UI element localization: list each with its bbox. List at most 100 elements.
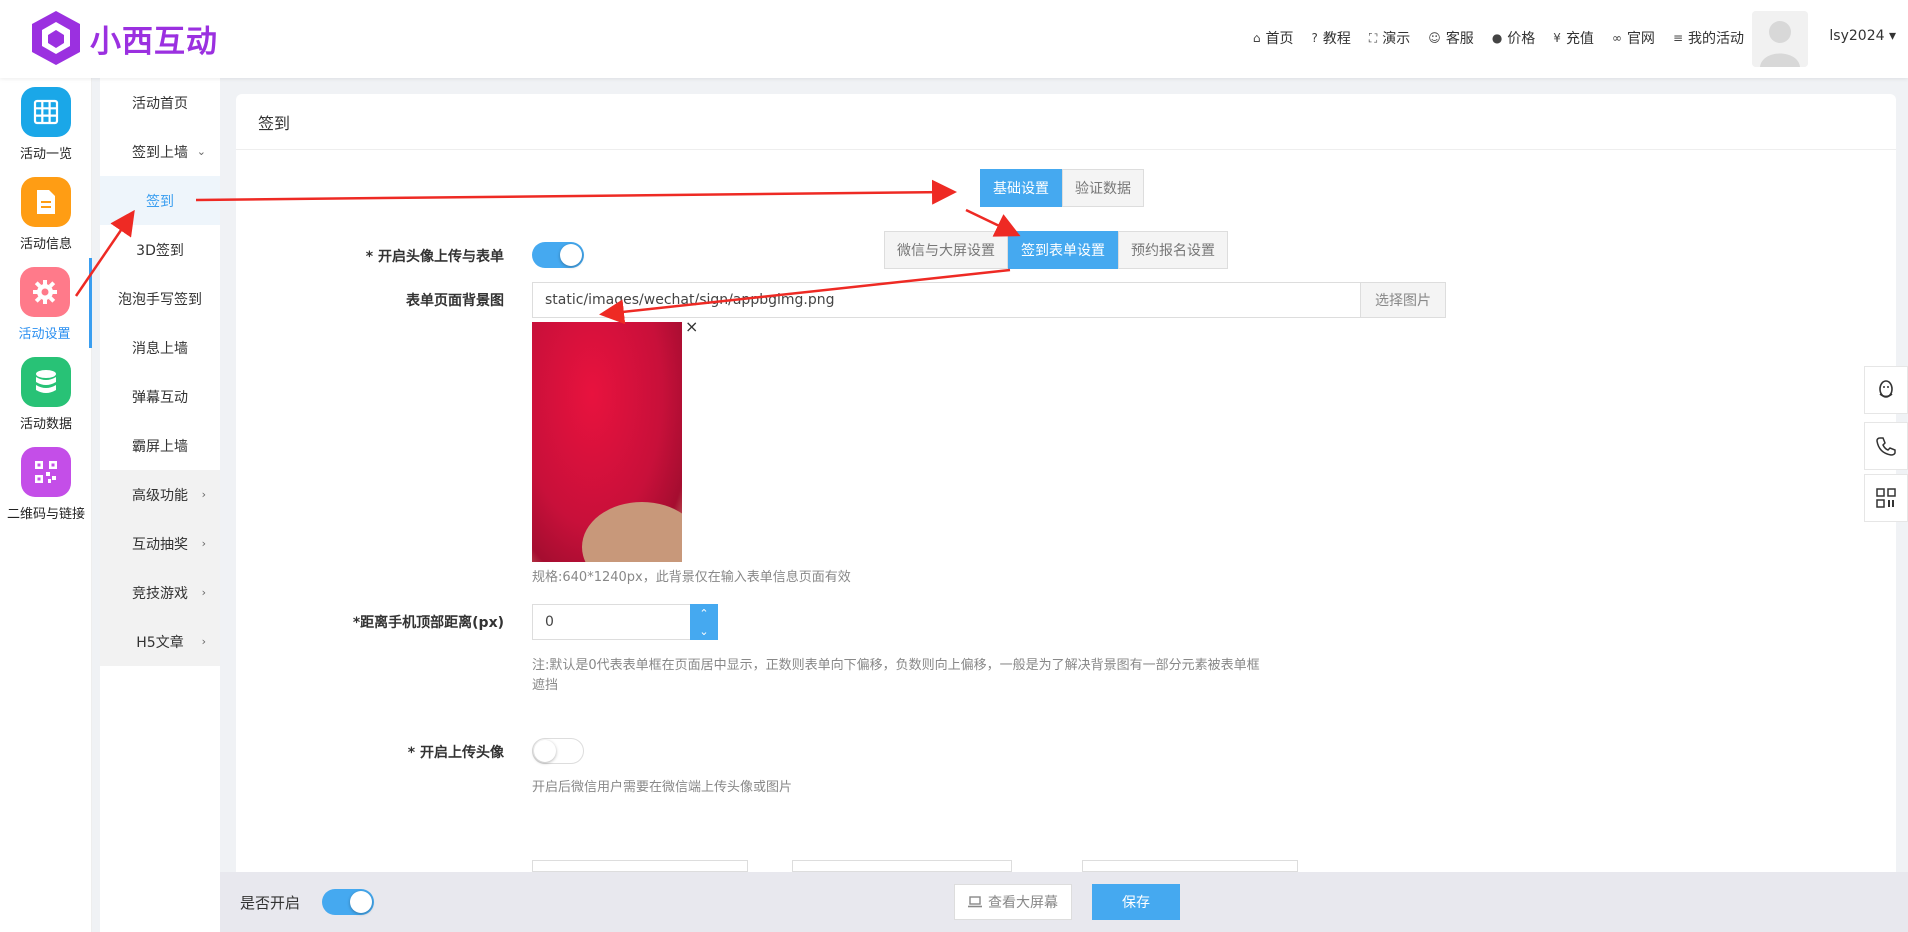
tab-wechat-screen-settings[interactable]: 微信与大屏设置 xyxy=(884,231,1008,269)
preview-detail xyxy=(582,502,682,562)
page-title: 签到 xyxy=(236,94,1896,150)
top-tab-group: 基础设置 验证数据 xyxy=(980,169,1144,207)
partial-field[interactable] xyxy=(792,860,1012,872)
qq-contact-button[interactable] xyxy=(1864,366,1908,414)
home-icon: ⌂ xyxy=(1252,31,1261,45)
choose-image-button[interactable]: 选择图片 xyxy=(1360,282,1446,318)
tab-reservation-settings[interactable]: 预约报名设置 xyxy=(1118,231,1228,269)
qrcode-contact-button[interactable] xyxy=(1864,474,1908,522)
brand-logo[interactable]: 小西互动 xyxy=(28,8,218,68)
topnav-label: 我的活动 xyxy=(1688,31,1744,47)
sidebar-item-settings[interactable]: 活动设置 xyxy=(0,258,92,348)
database-icon xyxy=(21,357,71,407)
avatar-upload-form-toggle[interactable] xyxy=(532,242,584,268)
phone-contact-button[interactable] xyxy=(1864,422,1908,470)
subnav-label: 消息上墙 xyxy=(132,340,188,357)
partial-field[interactable] xyxy=(532,860,748,872)
distance-help-line: 遮挡 xyxy=(532,678,559,693)
topnav-recharge[interactable]: ¥ 充值 xyxy=(1553,28,1594,48)
subnav-item-fullscreen-wall[interactable]: 霸屏上墙 xyxy=(100,421,220,470)
topnav-label: 教程 xyxy=(1322,31,1351,47)
topnav-label: 充值 xyxy=(1565,31,1594,47)
subnav-label: 签到上墙 xyxy=(132,144,188,161)
topnav-label: 官网 xyxy=(1626,31,1655,47)
subnav-label: 互动抽奖 xyxy=(132,536,188,553)
sidebar-item-info[interactable]: 活动信息 xyxy=(0,168,92,258)
subnav-item-games[interactable]: 竞技游戏 › xyxy=(100,568,220,617)
cube-logo-icon xyxy=(32,11,80,65)
subnav-item-message-wall[interactable]: 消息上墙 xyxy=(100,323,220,372)
stepper-down-button[interactable]: ⌄ xyxy=(690,622,718,640)
bg-spec-help: 规格:640*1240px，此背景仅在输入表单信息页面有效 xyxy=(532,570,851,585)
icon-sidebar: 活动一览 活动信息 活动设置 活动数据 二维码与链接 xyxy=(0,78,92,932)
document-icon xyxy=(21,177,71,227)
topnav-home[interactable]: ⌂ 首页 xyxy=(1253,28,1294,48)
top-header: 小西互动 ⌂ 首页 ? 教程 ⛶ 演示 ☺ 客服 ● 价格 ¥ 充值 ∞ 官网 ≡ 我的活动 l… xyxy=(0,0,1908,78)
user-silhouette-icon xyxy=(1752,11,1808,67)
subnav-item-checkin-wall[interactable]: 签到上墙 ⌄ xyxy=(100,127,220,176)
subnav-label: 泡泡手写签到 xyxy=(118,291,202,308)
user-menu[interactable]: lsy2024 ▾ xyxy=(1829,28,1896,44)
sidebar-item-label: 活动信息 xyxy=(19,237,72,252)
toggle-knob xyxy=(534,740,556,762)
tab-verify-data[interactable]: 验证数据 xyxy=(1062,169,1144,207)
bottom-action-bar: 是否开启 查看大屏幕 保存 xyxy=(220,872,1908,932)
subnav-item-checkin[interactable]: 签到 xyxy=(100,176,220,225)
bg-image-path-input[interactable]: static/images/wechat/sign/appbgimg.png xyxy=(532,282,1361,318)
topnav-website[interactable]: ∞ 官网 xyxy=(1612,28,1655,48)
distance-help-line: 注:默认是0代表表单框在页面居中显示，正数则表单向下偏移，负数则向上偏移，一般是… xyxy=(532,658,1260,673)
tab-checkin-form-settings[interactable]: 签到表单设置 xyxy=(1008,231,1118,269)
distance-label: *距离手机顶部距离(px) xyxy=(352,615,504,631)
distance-help: 注:默认是0代表表单框在页面居中显示，正数则表单向下偏移，负数则向上偏移，一般是… xyxy=(532,656,1332,696)
topnav-support[interactable]: ☺ 客服 xyxy=(1428,28,1474,48)
topnav-demo[interactable]: ⛶ 演示 xyxy=(1369,28,1410,48)
close-icon[interactable]: × xyxy=(685,317,698,336)
topnav-price[interactable]: ● 价格 xyxy=(1492,28,1535,48)
distance-input[interactable]: 0 xyxy=(532,604,692,640)
sidebar-item-label: 二维码与链接 xyxy=(6,507,85,522)
upload-avatar-help: 开启后微信用户需要在微信端上传头像或图片 xyxy=(532,780,793,795)
subnav-label: 竞技游戏 xyxy=(132,585,188,602)
subnav-label: 弹幕互动 xyxy=(132,389,188,406)
subnav-label: 活动首页 xyxy=(132,95,188,112)
toggle-knob xyxy=(560,244,582,266)
avatar[interactable] xyxy=(1752,11,1808,67)
subnav-item-bubble-checkin[interactable]: 泡泡手写签到 xyxy=(100,274,220,323)
enable-toggle[interactable] xyxy=(322,889,374,915)
subnav-item-danmaku[interactable]: 弹幕互动 xyxy=(100,372,220,421)
sidebar-item-overview[interactable]: 活动一览 xyxy=(0,78,92,168)
chevron-right-icon: › xyxy=(201,586,206,599)
view-big-screen-button[interactable]: 查看大屏幕 xyxy=(954,884,1072,920)
topnav-tutorial[interactable]: ? 教程 xyxy=(1312,28,1351,48)
bg-image-label: 表单页面背景图 xyxy=(406,293,504,309)
tab-basic-settings[interactable]: 基础设置 xyxy=(980,169,1062,207)
upload-avatar-toggle[interactable] xyxy=(532,738,584,764)
chevron-right-icon: › xyxy=(201,488,206,501)
link-icon: ∞ xyxy=(1611,31,1622,45)
bg-image-preview xyxy=(532,322,682,562)
top-navigation: ⌂ 首页 ? 教程 ⛶ 演示 ☺ 客服 ● 价格 ¥ 充值 ∞ 官网 ≡ 我的活动 xyxy=(1235,28,1744,48)
subnav-item-3d-checkin[interactable]: 3D签到 xyxy=(100,225,220,274)
sub-navigation: 活动首页 签到上墙 ⌄ 签到 3D签到 泡泡手写签到 消息上墙 弹幕互动 霸屏上墙… xyxy=(100,78,220,932)
subnav-label: 高级功能 xyxy=(132,487,188,504)
sidebar-item-qrcode[interactable]: 二维码与链接 xyxy=(0,438,92,528)
subnav-item-lottery[interactable]: 互动抽奖 › xyxy=(100,519,220,568)
subnav-item-h5-article[interactable]: H5文章 › xyxy=(100,617,220,666)
help-icon: ? xyxy=(1311,31,1318,45)
subnav-item-advanced[interactable]: 高级功能 › xyxy=(100,470,220,519)
stepper-up-button[interactable]: ⌃ xyxy=(690,604,718,622)
partial-field[interactable] xyxy=(1082,860,1298,872)
laptop-icon xyxy=(968,896,982,908)
yen-icon: ¥ xyxy=(1553,31,1561,45)
subnav-item-event-home[interactable]: 活动首页 xyxy=(100,78,220,127)
toggle-knob xyxy=(350,891,372,913)
sub-tab-group: 微信与大屏设置 签到表单设置 预约报名设置 xyxy=(884,231,1228,269)
save-button[interactable]: 保存 xyxy=(1092,884,1180,920)
subnav-label: 签到 xyxy=(146,193,174,210)
topnav-label: 首页 xyxy=(1265,31,1294,47)
chevron-right-icon: › xyxy=(201,635,206,648)
subnav-label: 霸屏上墙 xyxy=(132,438,188,455)
sidebar-item-data[interactable]: 活动数据 xyxy=(0,348,92,438)
topnav-my-events[interactable]: ≡ 我的活动 xyxy=(1673,28,1744,48)
sidebar-item-label: 活动设置 xyxy=(18,327,71,342)
